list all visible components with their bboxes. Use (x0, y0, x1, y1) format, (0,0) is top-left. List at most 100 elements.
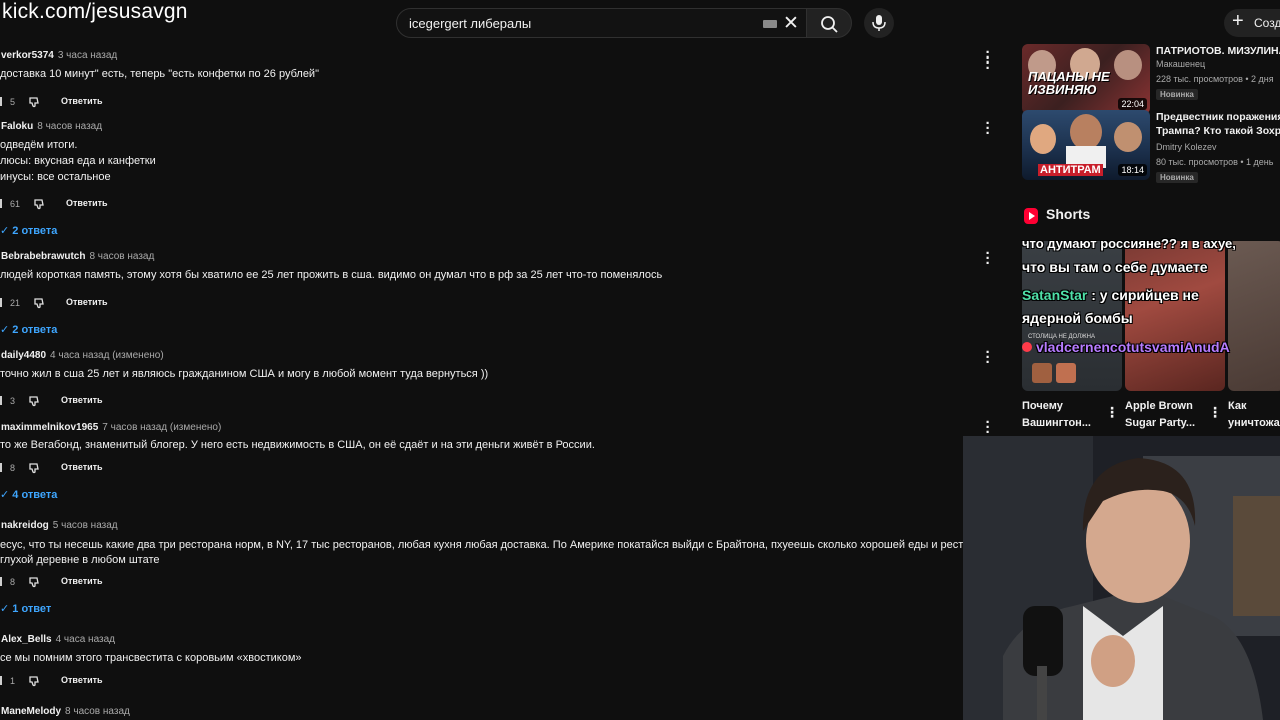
video-title-line: Предвестник поражения (1156, 111, 1280, 123)
chevron-down-icon: ✓ (0, 324, 13, 336)
recommendation-menu-icon[interactable]: · · · (984, 415, 992, 440)
video-title[interactable]: ПАТРИОТОВ. МИЗУЛИНА (1156, 44, 1280, 58)
overlay-line: что думают россияне?? я в ахуе, (1022, 236, 1236, 251)
voice-search-button[interactable] (864, 8, 894, 38)
dislike-icon[interactable] (33, 297, 45, 309)
like-count: 8 (10, 577, 16, 587)
dislike-icon[interactable] (33, 198, 45, 210)
comment-author[interactable]: maximmelnikov1965 7 часов назад (изменено… (1, 422, 221, 433)
reply-button[interactable]: Ответить (61, 395, 103, 405)
search-input[interactable]: icegergert либералы (409, 16, 531, 31)
comment-text: точно жил в сша 25 лет и являюсь граждан… (0, 368, 489, 380)
short-title[interactable]: Почему Вашингтон... (1022, 398, 1091, 432)
overlay-chat-message: vladcernencotutsvamiAnudA (1022, 339, 1230, 355)
overlay-line: что вы там о себе думаете (1022, 259, 1208, 275)
comment-author[interactable]: Alex_Bells 4 часа назад (1, 634, 115, 645)
comments-section: verkor5374 3 часа назад доставка 10 минут… (0, 44, 1000, 720)
like-icon[interactable] (0, 577, 7, 586)
video-title[interactable]: Предвестник поражения Трампа? Кто такой … (1156, 110, 1280, 138)
video-stats: 80 тыс. просмотров • 1 день (1156, 157, 1274, 167)
comment-text: людей короткая память, этому хотя бы хва… (0, 269, 663, 281)
video-stats: 228 тыс. просмотров • 2 дня (1156, 74, 1274, 84)
short-title[interactable]: Как уничтожа (1228, 398, 1280, 432)
overlay-chat-message: ядерной бомбы (1022, 310, 1133, 326)
create-label: Созд (1254, 16, 1280, 30)
view-replies-button[interactable]: ✓ 1 ответ (0, 602, 51, 615)
recommended-video[interactable]: АНТИТРАМ 18:14 Предвестник поражения Тра… (1022, 110, 1280, 183)
reply-button[interactable]: Ответить (66, 198, 108, 208)
comment-author[interactable]: nakreidog 5 часов назад (1, 520, 118, 531)
video-duration: 18:14 (1118, 164, 1147, 176)
shorts-icon (1024, 208, 1038, 224)
microphone-icon (872, 15, 886, 31)
chat-username: vladcernencotutsvamiAnudA (1036, 339, 1230, 355)
search-box[interactable]: icegergert либералы ✕ (396, 8, 808, 38)
comment-time: 8 часов назад (37, 121, 103, 132)
comment-menu-icon[interactable]: · · · (984, 345, 992, 370)
comment-menu-icon[interactable]: · · · (984, 246, 992, 271)
video-title-line: Трампа? Кто такой Зохра (1156, 125, 1280, 137)
view-replies-button[interactable]: ✓ 4 ответа (0, 488, 57, 501)
stream-url-overlay: kick.com/jesusavgn (2, 0, 188, 23)
clear-search-icon[interactable]: ✕ (783, 12, 799, 35)
like-icon[interactable] (0, 676, 7, 685)
view-replies-button[interactable]: ✓ 2 ответа (0, 323, 57, 336)
comment-text: одведём итоги. (0, 139, 78, 151)
comment-time: 7 часов назад (изменено) (102, 422, 222, 433)
new-badge: Новинка (1156, 89, 1198, 100)
dislike-icon[interactable] (28, 395, 40, 407)
dislike-icon[interactable] (28, 576, 40, 588)
dislike-icon[interactable] (28, 96, 40, 108)
like-icon[interactable] (0, 97, 7, 106)
comment-author[interactable]: verkor5374 3 часа назад (1, 50, 117, 61)
comment-time: 8 часов назад (65, 706, 130, 717)
comment-time: 4 часа назад (55, 634, 115, 645)
video-thumbnail[interactable]: ПАЦАНЫ НЕ ИЗВИНЯЮ 22:04 (1022, 44, 1150, 114)
shorts-heading: Shorts (1046, 206, 1091, 222)
like-icon[interactable] (0, 463, 7, 472)
stream-chat-overlay: что думают россияне?? я в ахуе, что вы т… (1020, 236, 1280, 368)
comment-text: се мы помним этого трансвестита с коровь… (0, 652, 302, 664)
view-replies-button[interactable]: ✓ 2 ответа (0, 224, 57, 237)
channel-name[interactable]: Dmitry Kolezev (1156, 142, 1217, 152)
recommended-video[interactable]: ПАЦАНЫ НЕ ИЗВИНЯЮ 22:04 ПАТРИОТОВ. МИЗУЛ… (1022, 44, 1280, 114)
like-icon[interactable] (0, 396, 7, 405)
comment-text: то же Вегабонд, знаменитый блогер. У нег… (0, 439, 595, 451)
search-button[interactable] (806, 8, 852, 38)
like-icon[interactable] (0, 199, 7, 208)
short-title[interactable]: Apple Brown Sugar Party... (1125, 398, 1195, 432)
create-button[interactable]: + Созд (1224, 9, 1280, 37)
short-menu-icon[interactable]: ⋮ (1105, 404, 1119, 421)
reply-button[interactable]: Ответить (61, 576, 103, 586)
comment-author[interactable]: Faloku 8 часов назад (1, 121, 102, 132)
reply-button[interactable]: Ответить (61, 462, 103, 472)
short-menu-icon[interactable]: ⋮ (1208, 404, 1222, 421)
reply-button[interactable]: Ответить (61, 675, 103, 685)
chat-message: : у сирийцев не (1091, 287, 1199, 303)
keyboard-icon[interactable] (763, 20, 777, 28)
short-title-line: Как (1228, 400, 1247, 412)
like-count: 5 (10, 97, 16, 107)
comment-menu-icon[interactable]: · · · (984, 116, 992, 141)
comment-text: доставка 10 минут" есть, теперь "есть ко… (0, 68, 319, 80)
like-icon[interactable] (0, 298, 7, 307)
comment-author[interactable]: Bebrabebrawutch 8 часов назад (1, 251, 154, 262)
short-title-line: Sugar Party... (1125, 417, 1196, 429)
comment-text: инусы: все остальное (0, 171, 111, 183)
video-thumbnail[interactable]: АНТИТРАМ 18:14 (1022, 110, 1150, 180)
heart-icon (1022, 342, 1032, 352)
dislike-icon[interactable] (28, 462, 40, 474)
comment-author[interactable]: daily4480 4 часа назад (изменено) (1, 350, 164, 361)
comment-author[interactable]: ManeMelody 8 часов назад (1, 706, 130, 717)
short-title-line: Apple Brown (1125, 400, 1193, 412)
recommendation-menu-icon[interactable]: · · · (984, 45, 992, 70)
like-count: 8 (10, 463, 16, 473)
channel-name[interactable]: Макашенец (1156, 59, 1205, 69)
reply-button[interactable]: Ответить (66, 297, 108, 307)
chevron-down-icon: ✓ (0, 489, 13, 501)
overlay-chat-message: SatanStar : у сирийцев не (1022, 287, 1199, 303)
reply-button[interactable]: Ответить (61, 96, 103, 106)
comment-time: 8 часов назад (89, 251, 155, 262)
chat-username: SatanStar (1022, 287, 1088, 303)
dislike-icon[interactable] (28, 675, 40, 687)
